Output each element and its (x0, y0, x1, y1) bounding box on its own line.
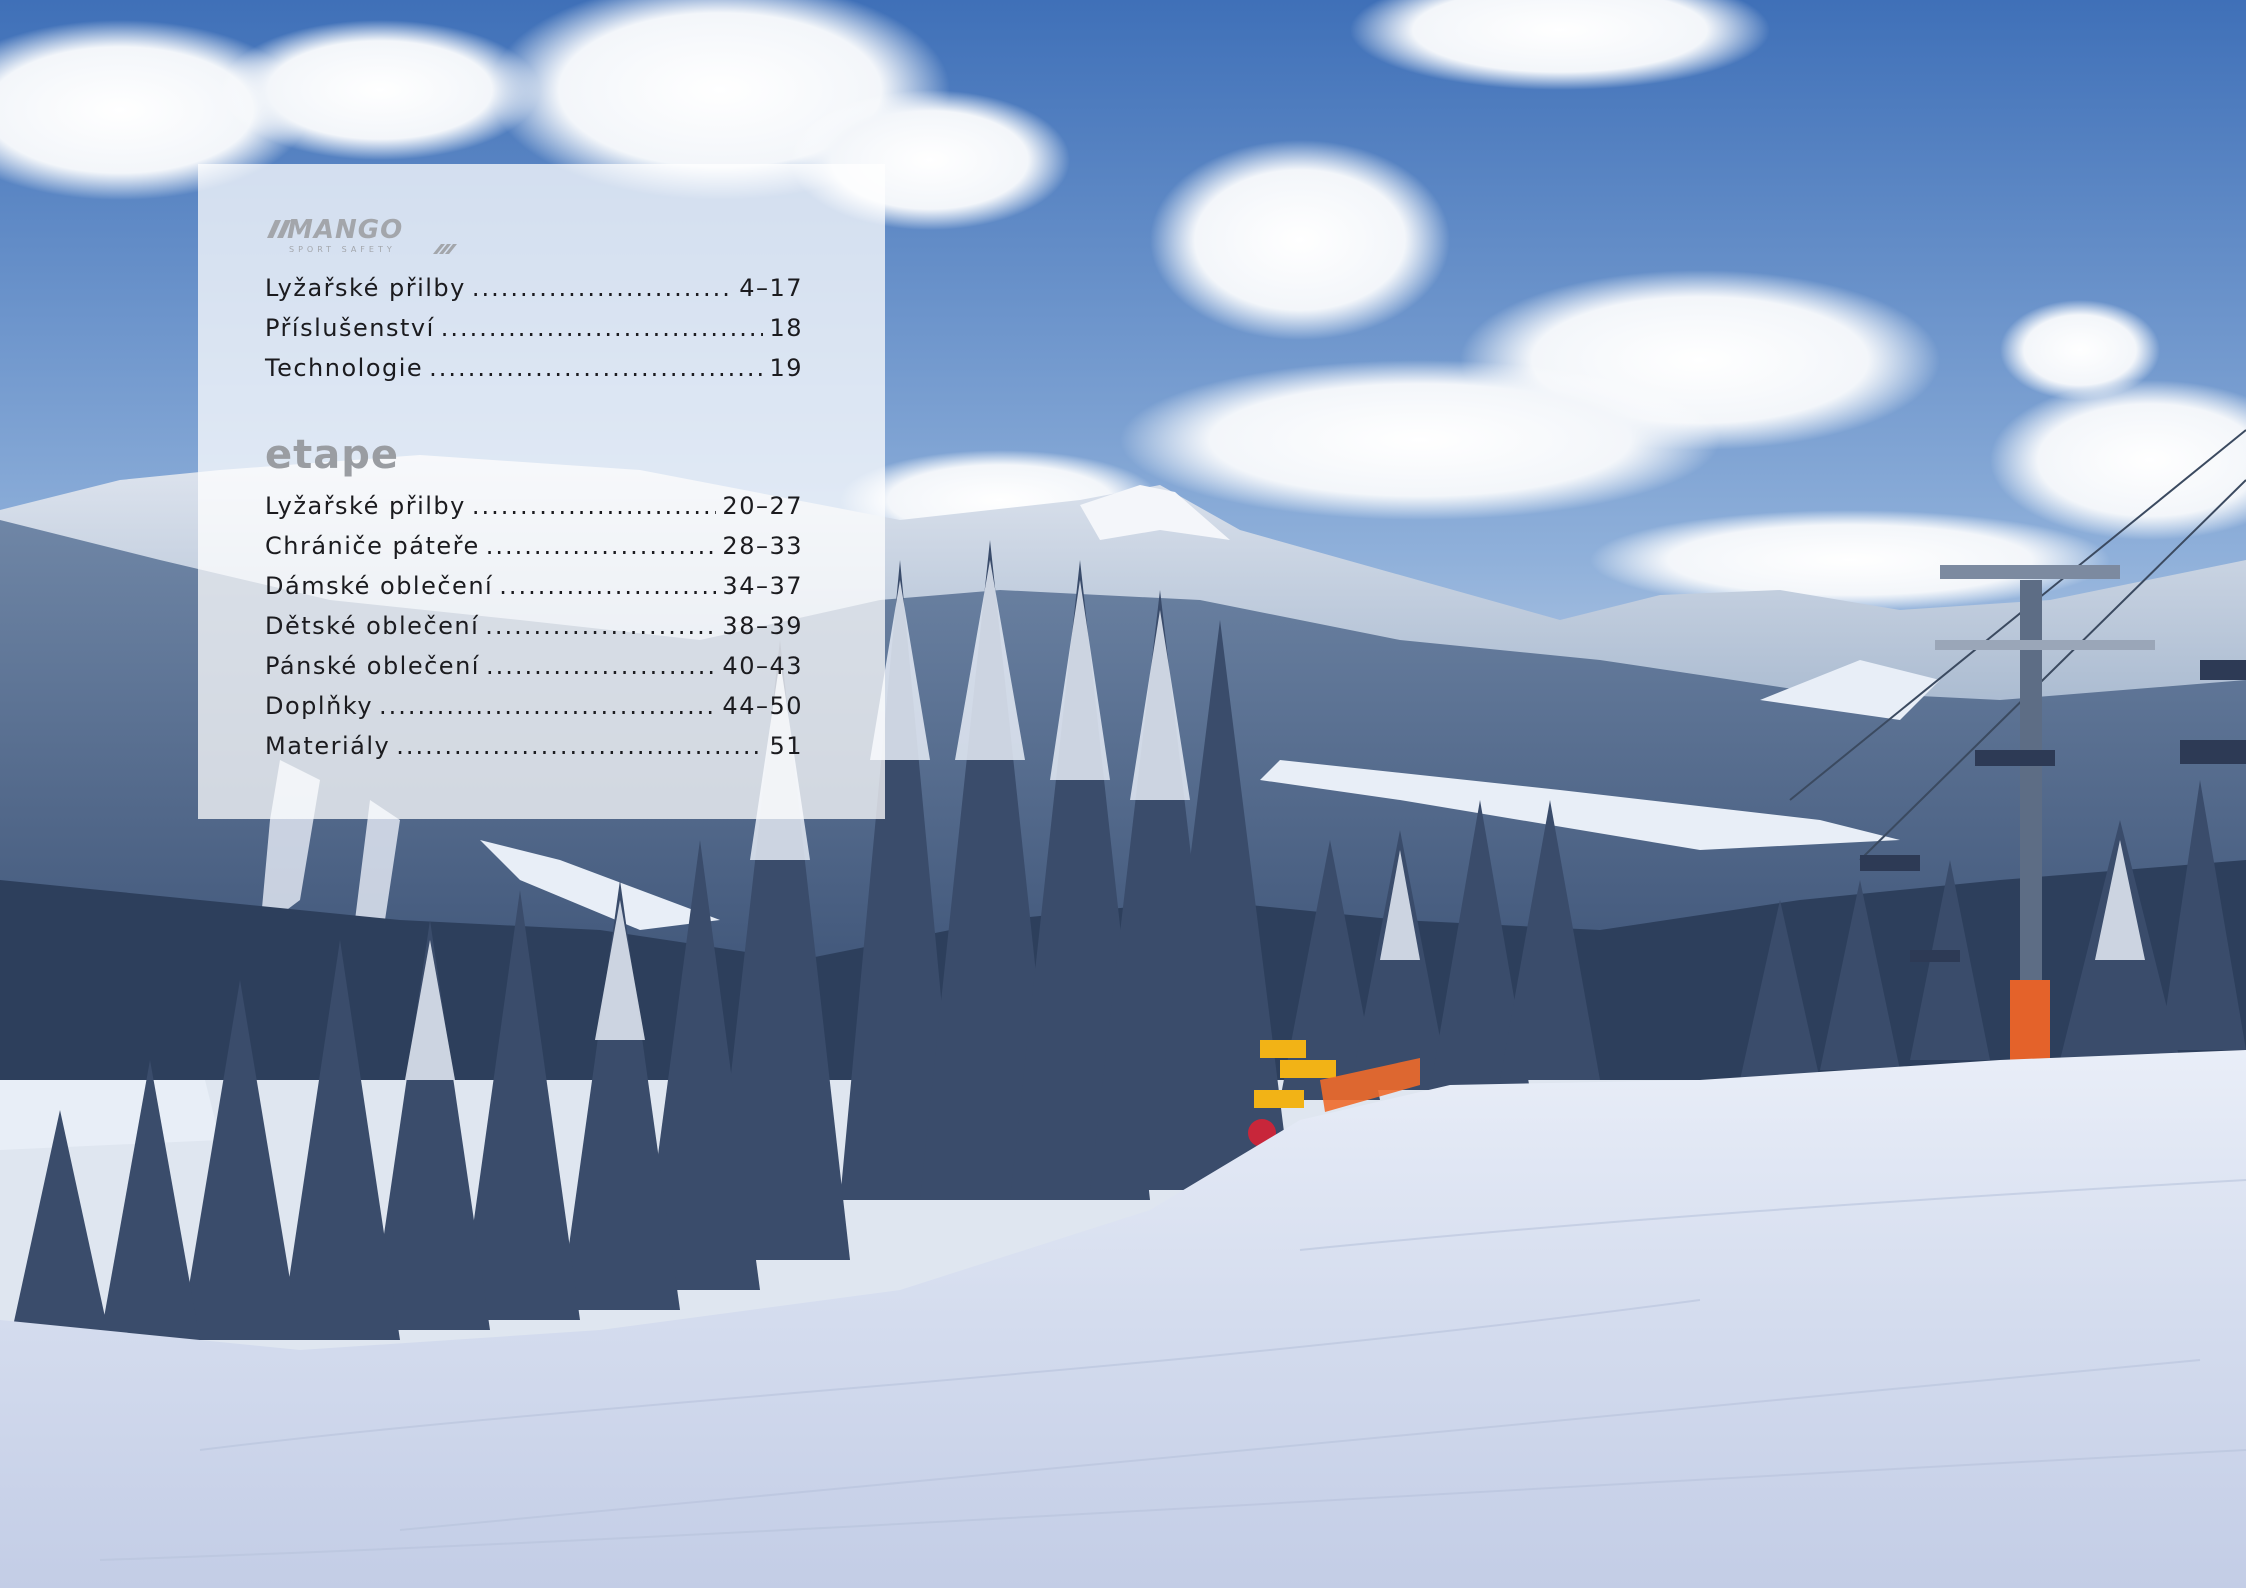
toc-entry-pages: 38–39 (722, 612, 803, 640)
toc-entry[interactable]: Příslušenství 18 (265, 308, 803, 348)
toc-entry-pages: 4–17 (739, 274, 803, 302)
toc-leader-dots (486, 646, 716, 686)
toc-entry[interactable]: Lyžařské přilby 20–27 (265, 486, 803, 526)
mango-wordmark: MANGO (287, 215, 403, 245)
toc-entry-pages: 20–27 (722, 492, 803, 520)
toc-entry[interactable]: Dětské oblečení 38–39 (265, 606, 803, 646)
toc-leader-dots (396, 726, 763, 766)
toc-entry-pages: 40–43 (722, 652, 803, 680)
toc-entry-label: Chrániče páteře (265, 532, 480, 560)
toc-entry-label: Pánské oblečení (265, 652, 480, 680)
etape-toc-list: Lyžařské přilby 20–27 Chrániče páteře 28… (265, 486, 803, 766)
etape-wordmark: etape (265, 436, 399, 478)
toc-entry-label: Lyžařské přilby (265, 492, 466, 520)
toc-leader-dots (441, 308, 764, 348)
toc-entry-label: Doplňky (265, 692, 374, 720)
toc-entry[interactable]: Materiály 51 (265, 726, 803, 766)
toc-entry[interactable]: Chrániče páteře 28–33 (265, 526, 803, 566)
toc-leader-dots (472, 486, 717, 526)
toc-entry-label: Dětské oblečení (265, 612, 480, 640)
toc-entry[interactable]: Dámské oblečení 34–37 (265, 566, 803, 606)
toc-leader-dots (379, 686, 716, 726)
toc-entry-label: Lyžařské přilby (265, 274, 466, 302)
toc-entry-label: Materiály (265, 732, 391, 760)
toc-entry-pages: 34–37 (722, 572, 803, 600)
toc-entry-pages: 28–33 (722, 532, 803, 560)
mango-sport-safety-logo: MANGO SPORT SAFETY (267, 215, 457, 254)
toc-entry-label: Technologie (265, 354, 424, 382)
toc-entry[interactable]: Pánské oblečení 40–43 (265, 646, 803, 686)
toc-entry-label: Dámské oblečení (265, 572, 494, 600)
toc-leader-dots (485, 606, 716, 646)
toc-entry[interactable]: Technologie 19 (265, 348, 803, 388)
toc-leader-dots (499, 566, 716, 606)
mango-tagline: SPORT SAFETY (289, 245, 396, 254)
toc-leader-dots (429, 348, 763, 388)
toc-entry-label: Příslušenství (265, 314, 435, 342)
toc-entry-pages: 44–50 (722, 692, 803, 720)
etape-logo: etape (265, 436, 399, 478)
toc-entry-pages: 51 (769, 732, 803, 760)
toc-entry-pages: 19 (769, 354, 803, 382)
toc-entry-pages: 18 (769, 314, 803, 342)
toc-entry[interactable]: Lyžařské přilby 4–17 (265, 268, 803, 308)
toc-leader-dots (472, 268, 733, 308)
mango-toc-list: Lyžařské přilby 4–17 Příslušenství 18 Te… (265, 268, 803, 388)
toc-leader-dots (486, 526, 717, 566)
toc-entry[interactable]: Doplňky 44–50 (265, 686, 803, 726)
